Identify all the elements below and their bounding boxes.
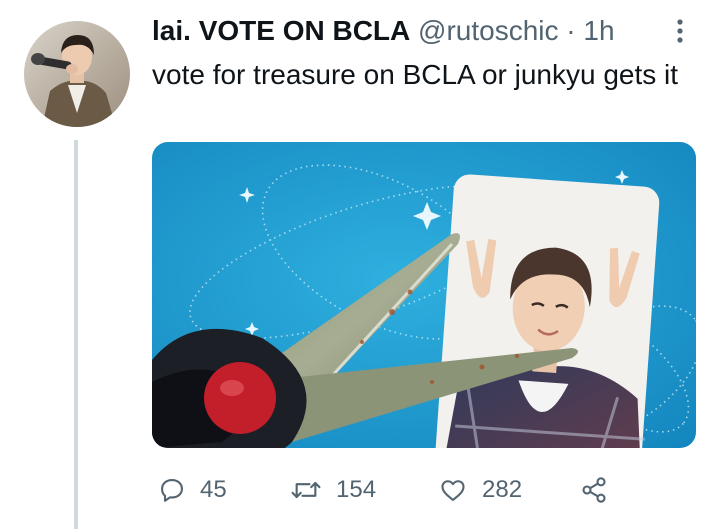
retweet-button[interactable]: 154 [290,470,376,510]
avatar-photo [24,21,130,127]
display-name[interactable]: lai. VOTE ON BCLA [152,15,410,46]
tweet-actions: 45 154 282 [152,470,612,510]
reply-button[interactable]: 45 [158,470,227,510]
share-button[interactable] [580,470,608,510]
thread-line [74,140,78,529]
tweet-text: vote for treasure on BCLA or junkyu gets… [152,59,679,90]
tweet-media[interactable] [152,142,696,448]
tweet-header: lai. VOTE ON BCLA @rutoschic · 1h [152,14,615,48]
reply-count: 45 [200,476,227,503]
like-count: 282 [482,476,523,503]
more-options-icon[interactable] [668,14,692,48]
separator-dot: · [566,15,576,46]
reply-icon [161,479,183,502]
media-photo [152,142,696,448]
retweet-icon [291,481,321,499]
avatar[interactable] [24,21,130,127]
like-button[interactable]: 282 [438,470,522,510]
timestamp[interactable]: 1h [583,15,614,46]
like-icon [441,480,465,501]
retweet-count: 154 [336,476,377,503]
user-handle[interactable]: @rutoschic [418,15,558,46]
share-icon [582,477,606,503]
